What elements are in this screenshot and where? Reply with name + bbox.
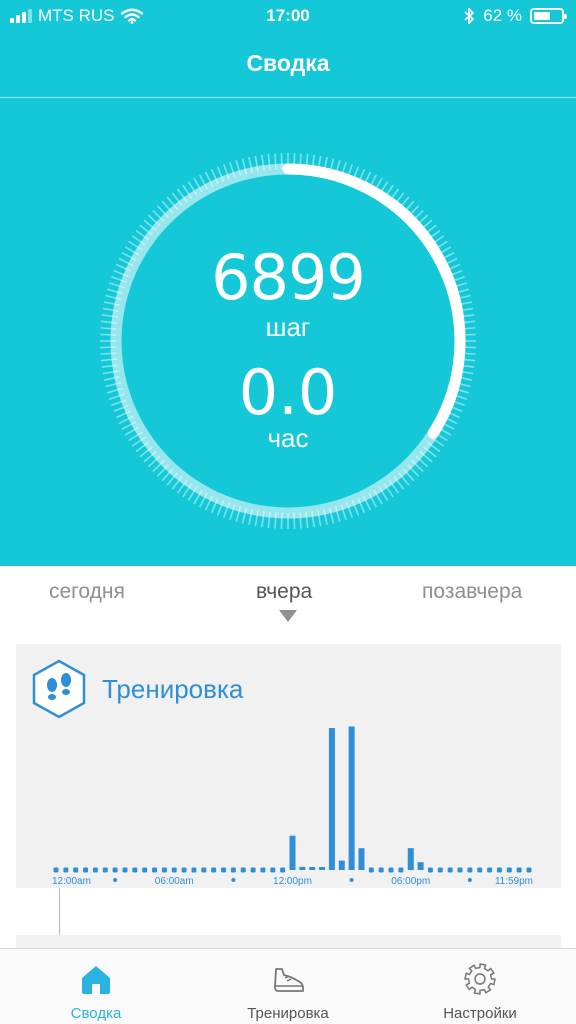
tab-summary-label: Сводка — [70, 1005, 122, 1022]
chart-bar — [457, 867, 463, 873]
chart-bar — [270, 867, 276, 873]
chart-bar — [378, 867, 384, 873]
chart-minor-tick — [113, 878, 118, 882]
chart-bar — [221, 867, 227, 873]
tab-workout[interactable]: Тренировка — [192, 949, 384, 1024]
chart-bar — [319, 867, 326, 870]
steps-unit: шаг — [265, 312, 311, 342]
home-icon — [82, 966, 110, 994]
chart-bar — [417, 862, 424, 870]
chart-bar — [63, 867, 69, 873]
tab-summary[interactable]: Сводка — [0, 949, 192, 1024]
chart-bar — [132, 867, 138, 873]
chart-bar — [309, 867, 316, 870]
chart-bar — [152, 867, 158, 873]
battery-level-fill — [534, 12, 551, 20]
chart-bar — [526, 867, 532, 873]
chart-bar — [516, 867, 522, 873]
chart-bar — [388, 867, 394, 873]
selected-day-caret-icon — [279, 610, 297, 622]
chart-bar — [299, 866, 306, 870]
chart-x-tick-label: 06:00pm — [391, 876, 430, 887]
chart-bar — [328, 728, 335, 870]
chart-bar — [240, 867, 246, 873]
chart-bar — [467, 867, 473, 873]
chart-bar — [496, 867, 502, 873]
chart-bar — [338, 860, 345, 870]
chart-bar — [191, 867, 197, 873]
chart-bar — [368, 867, 374, 873]
chart-bar — [358, 848, 365, 870]
chart-bar — [348, 726, 355, 870]
chart-bar — [289, 835, 296, 870]
chart-bar — [487, 867, 493, 873]
bluetooth-icon — [464, 8, 475, 24]
chart-bar — [427, 867, 433, 873]
chart-bar — [53, 867, 59, 873]
timeline-marker-line — [59, 888, 60, 936]
chart-bar — [260, 867, 266, 873]
chart-bar — [73, 867, 79, 873]
hours-unit: час — [267, 423, 309, 453]
page-title: Сводка — [246, 50, 330, 76]
chart-bar — [447, 867, 453, 873]
chart-bar — [92, 867, 98, 873]
chart-x-tick-label: 11:59pm — [495, 876, 533, 887]
summary-screen: MTS RUS 17:00 62 % Сводка 6899 шаг 0.0 ч… — [0, 0, 576, 1024]
day-selector: сегодня вчера позавчера — [0, 566, 576, 642]
chart-bar — [506, 867, 512, 873]
battery-percent: 62 % — [483, 6, 522, 25]
chart-bar — [122, 867, 128, 873]
day-before-yesterday[interactable]: позавчера — [422, 580, 522, 604]
chart-minor-tick — [467, 878, 472, 882]
chart-bar — [83, 867, 89, 873]
chart-x-tick-label: 06:00am — [155, 876, 194, 887]
status-bar: MTS RUS 17:00 62 % — [0, 0, 576, 34]
chart-bar — [230, 867, 236, 873]
chart-bar — [437, 867, 443, 873]
day-today[interactable]: сегодня — [49, 580, 125, 604]
chart-bar — [112, 867, 118, 873]
hours-value: 0.0 — [238, 356, 338, 429]
chart-bar — [161, 867, 167, 873]
gear-icon — [464, 963, 496, 995]
chart-bar — [211, 867, 217, 873]
chart-x-ticks: 12:00am 06:00am 12:00pm 06:00pm 11:59pm — [52, 876, 533, 887]
tab-workout-label: Тренировка — [247, 1005, 329, 1022]
workout-card[interactable]: Тренировка 12:00am 06:00am 12:00pm 06:00pm 1… — [16, 644, 561, 888]
chart-x-tick-label: 12:00pm — [273, 876, 312, 887]
chart-bar — [102, 867, 108, 873]
chart-bar — [142, 867, 148, 873]
chart-bar — [201, 867, 207, 873]
activity-ring-panel: 6899 шаг 0.0 час — [0, 98, 576, 566]
battery-icon — [530, 8, 567, 24]
status-right: 62 % — [463, 6, 567, 26]
tab-settings-label: Настройки — [443, 1005, 517, 1022]
steps-value: 6899 — [211, 241, 366, 314]
chart-bar — [280, 867, 286, 873]
chart-bar — [250, 867, 256, 873]
chart-bar — [398, 867, 404, 873]
day-yesterday[interactable]: вчера — [256, 580, 312, 604]
tab-bar: Сводка Тренировка Настройки — [0, 948, 576, 1024]
chart-x-tick-label: 12:00am — [52, 876, 91, 887]
workout-activity-chart: 12:00am 06:00am 12:00pm 06:00pm 11:59pm — [52, 726, 533, 887]
chart-bar — [181, 867, 187, 873]
chart-bars — [53, 726, 532, 873]
chart-bar — [171, 867, 177, 873]
chart-minor-tick — [231, 878, 236, 882]
sneaker-icon — [274, 968, 304, 992]
nav-bar: Сводка — [0, 34, 576, 98]
chart-bar — [407, 848, 414, 870]
chart-minor-tick — [349, 878, 354, 882]
tab-settings[interactable]: Настройки — [384, 949, 576, 1024]
chart-bar — [477, 867, 483, 873]
